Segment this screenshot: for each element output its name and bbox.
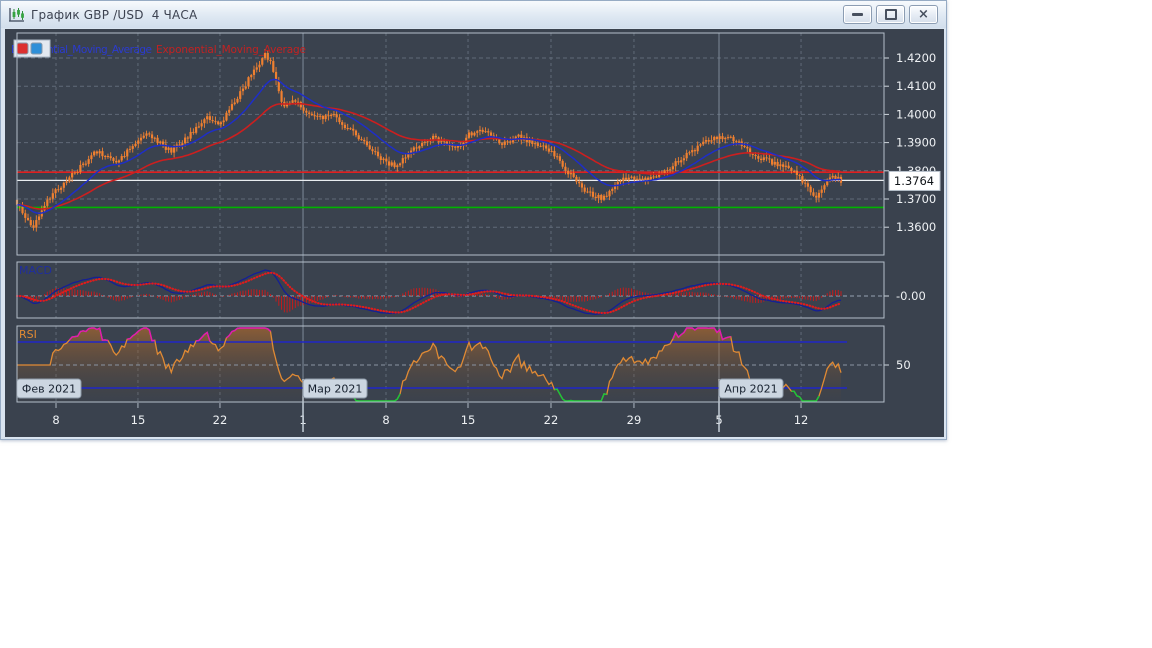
price-tick-label: 1.3900 — [896, 136, 936, 150]
restore-button[interactable] — [876, 5, 905, 24]
window-controls: × — [839, 5, 938, 24]
date-tick-label: 15 — [131, 413, 146, 427]
red-square-button[interactable] — [16, 42, 29, 55]
date-tick-label: 22 — [544, 413, 559, 427]
restore-icon — [884, 9, 897, 20]
month-label: Фев 2021 — [22, 383, 76, 396]
minimize-button[interactable] — [843, 5, 872, 24]
candlestick-chart-icon — [9, 8, 24, 22]
month-label: Апр 2021 — [724, 383, 777, 396]
legend-label-ema-red: Exponential_Moving_Average — [156, 44, 306, 56]
date-tick-label: 12 — [794, 413, 809, 427]
desktop: { "window": { "title": "График GBP /USD … — [0, 0, 1152, 648]
close-icon: × — [918, 6, 929, 22]
ema-fast-line[interactable] — [16, 78, 842, 214]
rsi-label: RSI — [19, 328, 37, 341]
month-label: Мар 2021 — [308, 383, 363, 396]
close-button[interactable]: × — [909, 5, 938, 24]
rsi-axis-label: 50 — [896, 358, 911, 372]
date-tick-label: 22 — [213, 413, 228, 427]
chart-canvas[interactable]: 1.42001.41001.40001.39001.38001.37001.36… — [5, 29, 944, 437]
price-tick-label: 1.4100 — [896, 79, 936, 93]
date-tick-label: 29 — [627, 413, 642, 427]
chart-window: График GBP /USD 4 ЧАСА × 1.4200 1.4100 1.4… — [0, 0, 947, 440]
price-tick-label: 1.4200 — [896, 51, 936, 65]
macd-signal-line — [15, 271, 843, 315]
macd-axis-label: -0.00 — [896, 289, 926, 303]
date-tick-label: 15 — [461, 413, 476, 427]
minimize-icon — [852, 13, 863, 16]
price-tick-label: 1.3700 — [896, 192, 936, 206]
rsi-oversold-segment — [554, 388, 607, 402]
macd-label: MACD — [19, 264, 52, 277]
current-price-value: 1.3764 — [894, 174, 934, 188]
ema-slow-line[interactable] — [16, 102, 842, 210]
price-tick-label: 1.4000 — [896, 107, 936, 121]
window-title: График GBP /USD 4 ЧАСА — [31, 7, 198, 22]
date-tick-label: 8 — [52, 413, 59, 427]
price-tick-label: 1.3600 — [896, 220, 936, 234]
date-tick-label: 8 — [382, 413, 389, 427]
chart-client-area: 1.4200 1.4100 1.4000 1.3900 1.3800 1.3700 1.36… — [5, 29, 944, 437]
title-bar[interactable]: График GBP /USD 4 ЧАСА × — [1, 1, 946, 28]
blue-square-button[interactable] — [30, 42, 43, 55]
macd-line — [16, 269, 842, 316]
